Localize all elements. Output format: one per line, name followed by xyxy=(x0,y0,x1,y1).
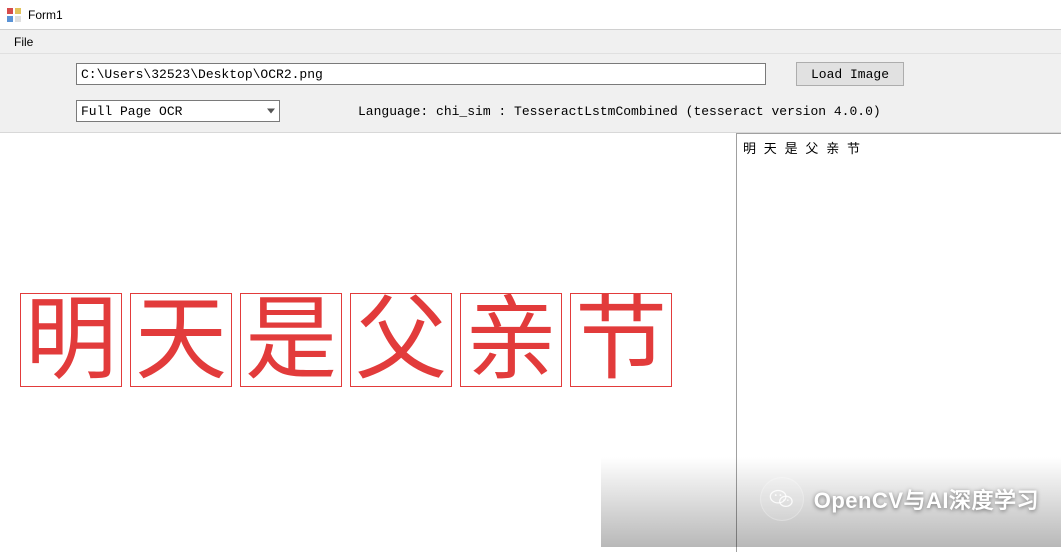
char-box: 父 xyxy=(350,293,452,387)
char-glyph: 是 xyxy=(245,294,337,386)
load-image-button[interactable]: Load Image xyxy=(796,62,904,86)
window-title: Form1 xyxy=(28,8,63,22)
ocr-mode-select[interactable]: Full Page OCR xyxy=(76,100,280,122)
language-label: Language: chi_sim : TesseractLstmCombine… xyxy=(358,104,881,119)
toolbar: Load Image Full Page OCR Language: chi_s… xyxy=(0,54,1061,133)
char-box: 亲 xyxy=(460,293,562,387)
char-box: 节 xyxy=(570,293,672,387)
image-preview-pane: 明 天 是 父 亲 节 xyxy=(0,133,736,552)
char-box: 天 xyxy=(130,293,232,387)
menubar: File xyxy=(0,30,1061,54)
titlebar: Form1 xyxy=(0,0,1061,30)
menu-file[interactable]: File xyxy=(8,33,39,51)
char-glyph: 天 xyxy=(135,294,227,386)
char-box: 是 xyxy=(240,293,342,387)
ocr-result-textbox[interactable]: 明 天 是 父 亲 节 xyxy=(736,133,1061,552)
ocr-mode-value: Full Page OCR xyxy=(81,104,182,119)
ocr-result-text: 明 天 是 父 亲 节 xyxy=(743,142,860,157)
ocr-character-boxes: 明 天 是 父 亲 节 xyxy=(20,293,672,387)
char-glyph: 节 xyxy=(575,294,667,386)
char-box: 明 xyxy=(20,293,122,387)
file-path-input[interactable] xyxy=(76,63,766,85)
char-glyph: 亲 xyxy=(465,294,557,386)
char-glyph: 明 xyxy=(25,294,117,386)
chevron-down-icon xyxy=(267,109,275,114)
char-glyph: 父 xyxy=(355,294,447,386)
app-icon xyxy=(6,7,22,23)
content-area: 明 天 是 父 亲 节 明 天 是 父 亲 节 xyxy=(0,133,1061,552)
